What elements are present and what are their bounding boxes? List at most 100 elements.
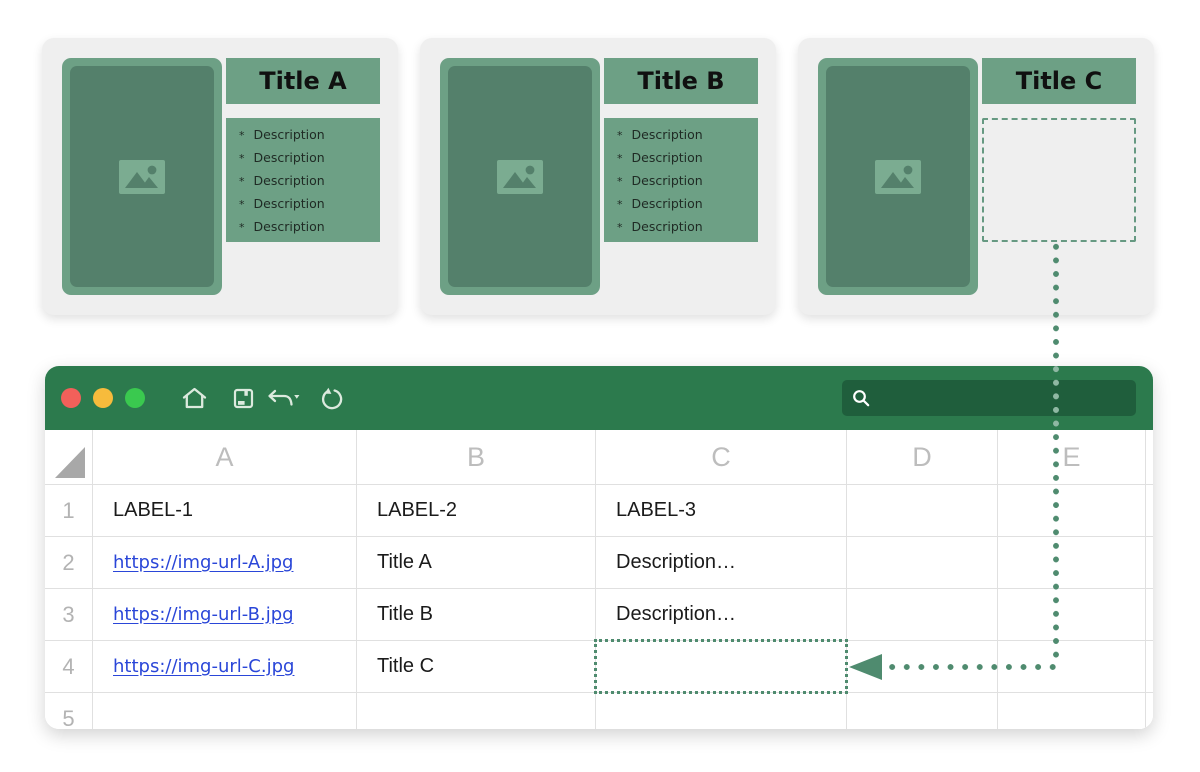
description-line: *Description bbox=[239, 219, 374, 242]
cell-text-B4: Title C bbox=[377, 655, 434, 678]
column-header-C[interactable]: C bbox=[596, 430, 847, 485]
row-filler bbox=[1146, 693, 1153, 729]
cell-C4[interactable] bbox=[596, 641, 847, 693]
description-line: * Description bbox=[239, 196, 374, 219]
redo-button[interactable] bbox=[320, 387, 343, 410]
sheet-row-2: 2 https://img-url-A.jpg Title A Description… bbox=[45, 537, 1153, 589]
cell-text-C3: Description… bbox=[616, 603, 736, 626]
cell-A4[interactable]: https://img-url-C.jpg bbox=[93, 641, 357, 693]
close-button[interactable] bbox=[61, 388, 81, 408]
select-all-corner[interactable] bbox=[45, 430, 93, 485]
column-header-D[interactable]: D bbox=[847, 430, 998, 485]
cell-A3[interactable]: https://img-url-B.jpg bbox=[93, 589, 357, 641]
select-all-triangle-icon bbox=[55, 447, 85, 478]
cell-C3[interactable]: Description… bbox=[596, 589, 847, 641]
row-number-4[interactable]: 4 bbox=[45, 641, 93, 693]
cell-B5[interactable] bbox=[357, 693, 596, 729]
window-toolbar bbox=[45, 366, 1153, 430]
cell-C5[interactable] bbox=[596, 693, 847, 729]
description-line: * Description bbox=[239, 173, 374, 196]
cell-D3[interactable] bbox=[847, 589, 998, 641]
connector-vertical-dotted-line bbox=[1053, 240, 1059, 664]
row-number-5[interactable]: 5 bbox=[45, 693, 93, 729]
description-text: Description bbox=[632, 196, 703, 211]
link-A4[interactable]: https://img-url-C.jpg bbox=[113, 656, 294, 677]
minimize-button[interactable] bbox=[93, 388, 113, 408]
card-title: Title B bbox=[637, 67, 724, 95]
cards-row: Title A * Description * Description * Descrip… bbox=[42, 38, 1154, 315]
card-title: Title C bbox=[1016, 67, 1103, 95]
row-filler bbox=[1146, 641, 1153, 693]
redo-icon bbox=[320, 387, 343, 410]
cell-C2[interactable]: Description… bbox=[596, 537, 847, 589]
column-header-filler bbox=[1146, 430, 1153, 485]
infographic-canvas: Title A * Description * Description * Descrip… bbox=[0, 0, 1200, 772]
cell-B4[interactable]: Title C bbox=[357, 641, 596, 693]
home-icon bbox=[181, 386, 208, 410]
description-text: Description bbox=[632, 150, 703, 165]
connector-toolbar-overlay bbox=[1053, 366, 1059, 430]
row-number-2[interactable]: 2 bbox=[45, 537, 93, 589]
slide-card: Title B *Description*Description*Descrip… bbox=[420, 38, 776, 315]
cell-E3[interactable] bbox=[998, 589, 1146, 641]
description-text: Description bbox=[254, 173, 325, 188]
description-text: Description bbox=[632, 173, 703, 188]
cell-D2[interactable] bbox=[847, 537, 998, 589]
save-icon bbox=[233, 388, 254, 409]
cell-D1[interactable] bbox=[847, 485, 998, 537]
row-number-3[interactable]: 3 bbox=[45, 589, 93, 641]
description-text: Description bbox=[254, 150, 325, 165]
column-header-row: ABCDE bbox=[45, 430, 1153, 485]
zoom-button[interactable] bbox=[125, 388, 145, 408]
cell-D5[interactable] bbox=[847, 693, 998, 729]
cell-B2[interactable]: Title A bbox=[357, 537, 596, 589]
cell-E1[interactable] bbox=[998, 485, 1146, 537]
undo-button[interactable] bbox=[267, 389, 300, 407]
cell-E5[interactable] bbox=[998, 693, 1146, 729]
row-filler bbox=[1146, 589, 1153, 641]
cell-A2[interactable]: https://img-url-A.jpg bbox=[93, 537, 357, 589]
cell-text-C2: Description… bbox=[616, 551, 736, 574]
save-button[interactable] bbox=[233, 388, 254, 409]
description-text: Description bbox=[254, 127, 325, 142]
cell-text-B3: Title B bbox=[377, 603, 433, 626]
image-placeholder-inner bbox=[826, 66, 970, 287]
card-title: Title A bbox=[259, 67, 347, 95]
row-filler bbox=[1146, 485, 1153, 537]
image-placeholder bbox=[62, 58, 222, 295]
column-header-E[interactable]: E bbox=[998, 430, 1146, 485]
image-icon bbox=[875, 160, 921, 194]
row-number-1[interactable]: 1 bbox=[45, 485, 93, 537]
home-button[interactable] bbox=[181, 386, 208, 410]
cell-A5[interactable] bbox=[93, 693, 357, 729]
cell-B3[interactable]: Title B bbox=[357, 589, 596, 641]
column-header-A[interactable]: A bbox=[93, 430, 357, 485]
cell-A1[interactable]: LABEL-1 bbox=[93, 485, 357, 537]
spreadsheet-window: ABCDE1LABEL-1LABEL-2LABEL-32https://img-… bbox=[45, 366, 1153, 729]
description-box: *Description*Description*Description*Des… bbox=[604, 118, 758, 242]
cell-C1[interactable]: LABEL-3 bbox=[596, 485, 847, 537]
card-title-bar: Title C bbox=[982, 58, 1136, 104]
cell-E2[interactable] bbox=[998, 537, 1146, 589]
row-filler bbox=[1146, 537, 1153, 589]
description-line: *Description bbox=[239, 150, 374, 173]
description-box: *Description*Description*Description*Des… bbox=[226, 118, 380, 242]
bullet-asterisk: * bbox=[617, 175, 623, 188]
search-box[interactable] bbox=[842, 380, 1136, 416]
sheet-row-1: 1 LABEL-1 LABEL-2LABEL-3 bbox=[45, 485, 1153, 537]
bullet-asterisk: * bbox=[239, 198, 245, 211]
arrowhead-left-icon bbox=[849, 654, 882, 680]
column-header-B[interactable]: B bbox=[357, 430, 596, 485]
image-icon bbox=[497, 160, 543, 194]
cell-text-A1: LABEL-1 bbox=[113, 499, 193, 522]
cell-B1[interactable]: LABEL-2 bbox=[357, 485, 596, 537]
description-text: Description bbox=[254, 219, 325, 234]
link-A2[interactable]: https://img-url-A.jpg bbox=[113, 552, 293, 573]
description-text: Description bbox=[254, 196, 325, 211]
description-text: Description bbox=[632, 127, 703, 142]
bullet-asterisk: * bbox=[617, 129, 623, 142]
bullet-asterisk: * bbox=[239, 175, 245, 188]
image-placeholder-inner bbox=[70, 66, 214, 287]
link-A3[interactable]: https://img-url-B.jpg bbox=[113, 604, 294, 625]
search-input[interactable] bbox=[879, 388, 1136, 408]
